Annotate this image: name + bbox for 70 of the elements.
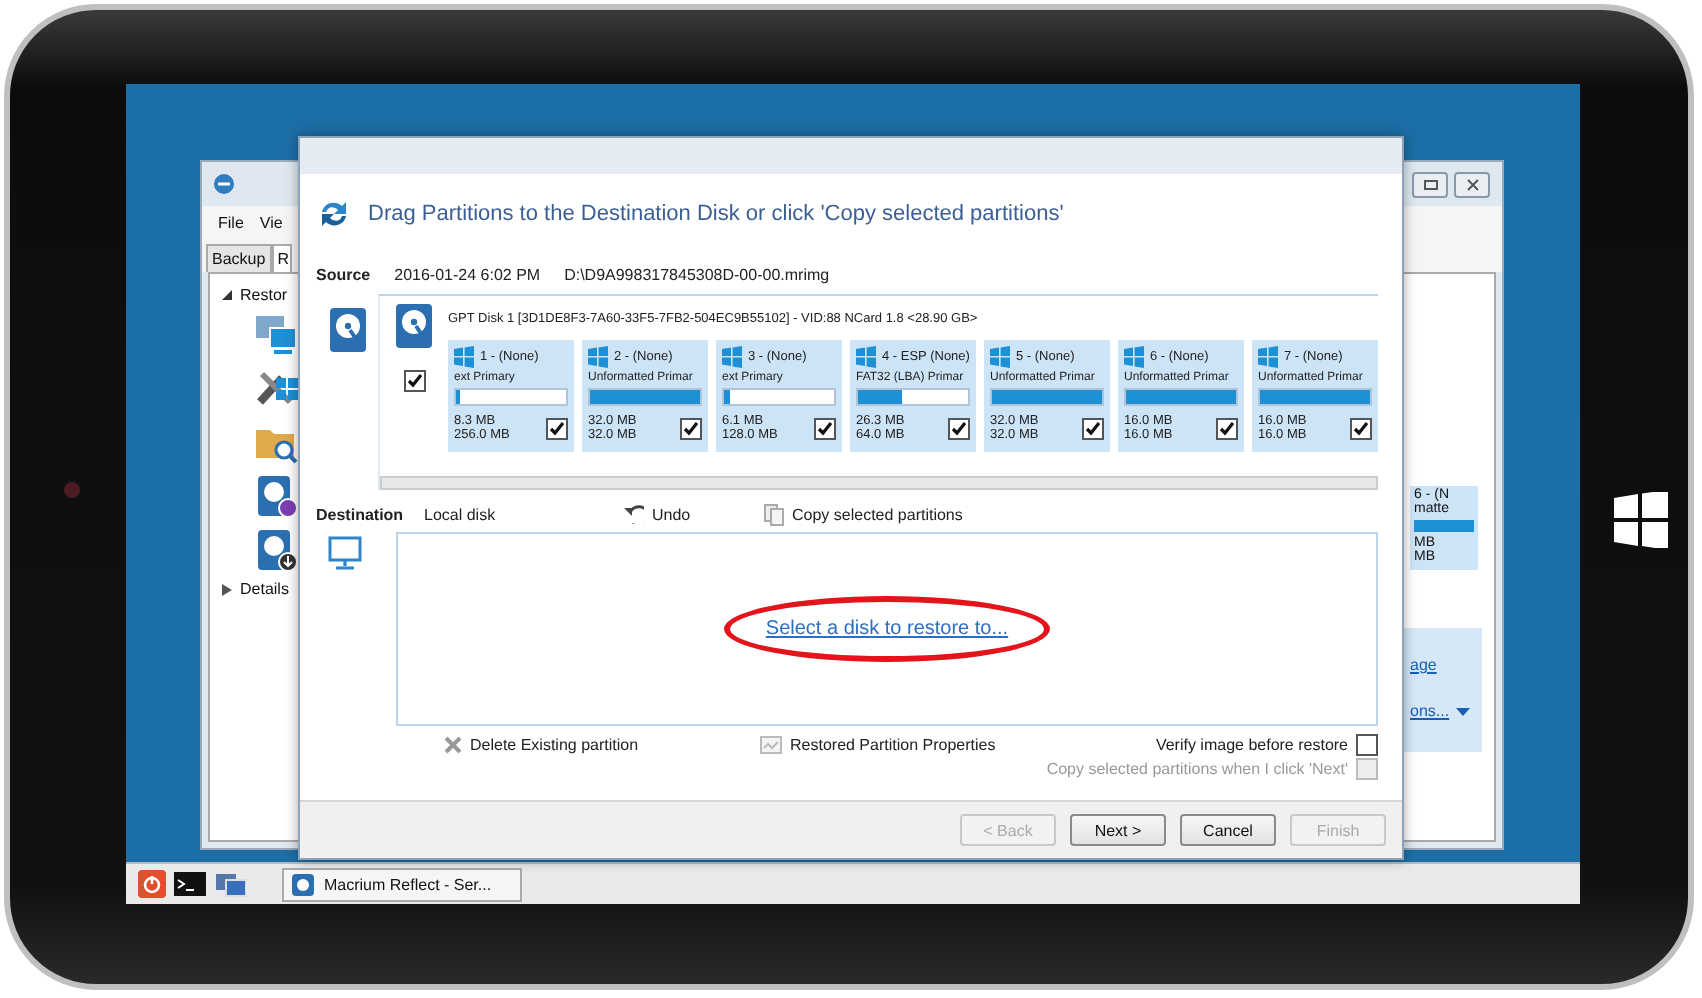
checkbox[interactable] [814,417,836,439]
close-icon [1465,177,1479,191]
power-icon[interactable] [138,870,166,898]
windows-logo-icon [1124,346,1144,368]
app-icon [214,174,234,194]
expanded-arrow-icon[interactable] [222,290,232,300]
network-icon[interactable] [214,871,246,897]
maximize-button[interactable] [1412,171,1448,197]
option-label: Copy selected partitions when I click 'Next' [1046,759,1348,777]
dialog-heading: Drag Partitions to the Destination Disk or click 'Copy selected partitions' [368,202,1064,226]
disk-type: Local disk [424,505,498,523]
link[interactable]: age [1410,656,1482,674]
copy-button[interactable]: Copy selected partitions [764,503,963,525]
check-icon [1352,419,1370,435]
checkbox[interactable] [1082,417,1104,439]
windows-logo-icon [856,346,876,368]
tree-item[interactable]: Details [240,580,289,598]
delete-icon [444,735,462,753]
check-icon [816,419,834,435]
windows-logo-icon [722,346,742,368]
menu-item[interactable]: Vie [259,214,283,232]
taskbar-button[interactable]: Macrium Reflect - Ser... [282,867,522,901]
option-label: Verify image before restore [1155,735,1348,753]
usage-bar [1414,520,1474,532]
windows-logo-icon [588,346,608,368]
scrollbar[interactable] [380,476,1378,490]
link[interactable]: ons... [1410,702,1450,720]
windows-logo-icon [454,346,474,368]
checkbox[interactable] [1350,417,1372,439]
properties-button[interactable]: Restored Partition Properties [760,735,996,753]
computer-icon [328,536,362,570]
check-icon [405,372,423,388]
windows-logo-icon[interactable] [1614,492,1668,548]
checkbox[interactable] [680,417,702,439]
app-icon [292,873,314,895]
select-disk-link[interactable]: Select a disk to restore to... [723,596,1051,662]
checkbox[interactable] [1216,417,1238,439]
tree-item[interactable]: Restor [240,286,288,304]
image-date: 2016-01-24 6:02 PM [394,265,541,283]
properties-icon [760,735,782,753]
maximize-icon [1423,179,1437,189]
destination-label: Destination [316,505,406,523]
check-icon [1218,419,1236,435]
close-button[interactable] [1454,171,1490,197]
menu-item[interactable]: File [218,214,244,232]
dialog-button[interactable]: Next > [1070,814,1166,846]
check-icon [548,419,566,435]
check-icon [950,419,968,435]
check-icon [682,419,700,435]
checkbox[interactable] [1356,733,1378,755]
disk-image-icon [328,306,368,354]
undo-button[interactable]: Undo [624,504,764,524]
undo-icon [624,504,644,524]
tab[interactable]: Backup [206,244,272,272]
checkbox[interactable] [546,417,568,439]
tab[interactable]: R [271,244,293,272]
check-icon [1084,419,1102,435]
console-icon[interactable] [174,872,206,896]
delete-partition-button[interactable]: Delete Existing partition [444,735,760,753]
source-label: Source [316,265,371,283]
checkbox[interactable] [403,370,425,392]
dropdown-arrow-icon [1455,707,1470,715]
windows-logo-icon [990,346,1010,368]
copy-icon [764,503,784,525]
collapsed-arrow-icon[interactable] [222,583,232,595]
checkbox[interactable] [948,417,970,439]
tools-icon [254,366,298,410]
dialog-button[interactable]: Cancel [1180,814,1276,846]
windows-logo-icon [1258,346,1278,368]
image-path: D:\D9A998317845308D-00-00.mrimg [564,265,830,283]
